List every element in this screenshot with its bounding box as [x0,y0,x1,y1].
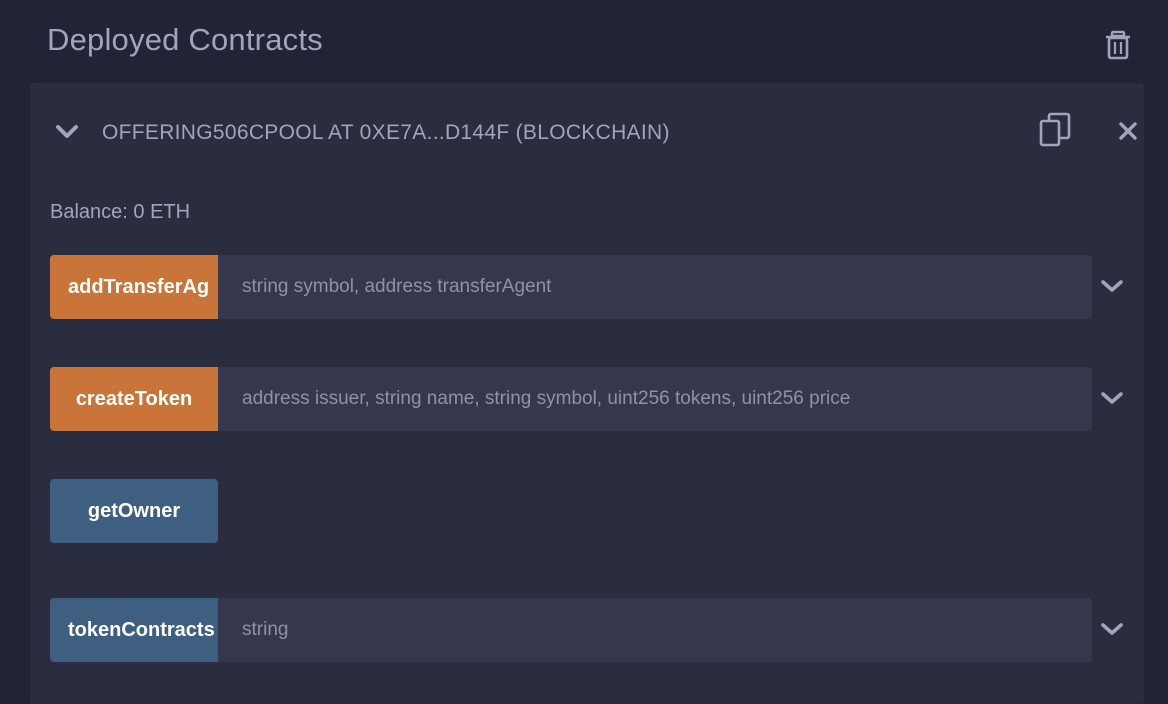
trash-icon[interactable] [1104,30,1132,60]
function-row-createtoken: createToken [50,367,1150,431]
addtransferag-button[interactable]: addTransferAg [50,255,218,319]
instance-title: OFFERING506CPOOL AT 0XE7A...D144F (BLOCK… [102,121,670,144]
addtransferag-input[interactable] [218,255,1092,319]
tokencontracts-input[interactable] [218,598,1092,662]
chevron-down-icon[interactable] [1100,620,1124,638]
chevron-down-icon[interactable] [54,121,80,141]
balance-label: Balance: 0 ETH [50,201,191,223]
chevron-down-icon[interactable] [1100,389,1124,407]
function-row-tokencontracts: tokenContracts [50,598,1150,662]
section-title: Deployed Contracts [47,22,323,57]
instance-header[interactable]: OFFERING506CPOOL AT 0XE7A...D144F (BLOCK… [30,83,1144,183]
function-row-addtransferag: addTransferAg [50,255,1150,319]
createtoken-input[interactable] [218,367,1092,431]
contract-instance: OFFERING506CPOOL AT 0XE7A...D144F (BLOCK… [30,83,1144,704]
function-row-getowner: getOwner [50,479,1150,543]
tokencontracts-button[interactable]: tokenContracts [50,598,218,662]
createtoken-button[interactable]: createToken [50,367,218,431]
close-icon[interactable] [1118,121,1138,141]
getowner-button[interactable]: getOwner [50,479,218,543]
copy-icon[interactable] [1038,112,1072,148]
chevron-down-icon[interactable] [1100,277,1124,295]
deployed-contracts-panel: Deployed Contracts OFFERING506CPOOL AT 0… [0,0,1168,704]
